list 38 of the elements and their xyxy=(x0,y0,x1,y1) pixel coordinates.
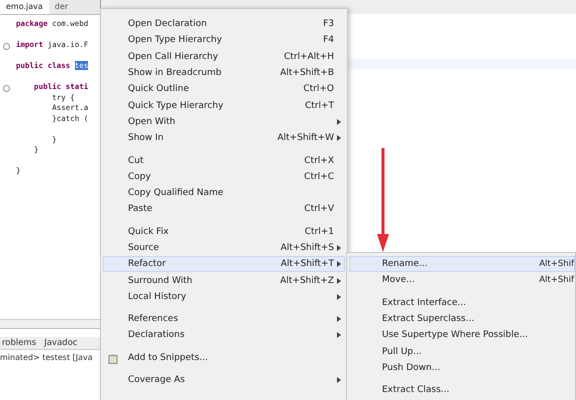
menu-item[interactable]: Extract Superclass... xyxy=(349,310,575,328)
menu-item[interactable]: Open Type Hierarchy F4 xyxy=(103,32,345,49)
menu-item[interactable]: Paste Ctrl+V xyxy=(103,201,345,218)
menu-item[interactable]: Coverage As xyxy=(103,372,345,388)
console-text: minated> testest [Java xyxy=(0,352,94,364)
menu-item[interactable]: References xyxy=(103,311,345,328)
panel-tab[interactable]: Javadoc xyxy=(42,337,80,349)
clipboard-icon xyxy=(108,354,118,364)
menu-item[interactable]: Refactor Alt+Shift+T xyxy=(103,256,345,272)
menu-item[interactable]: Quick Fix Ctrl+1 xyxy=(103,224,345,240)
editor-tab[interactable]: der xyxy=(48,0,74,14)
fold-marker-icon[interactable] xyxy=(3,85,10,92)
menu-item[interactable]: Open Call Hierarchy Ctrl+Alt+H xyxy=(103,48,345,65)
menu-item[interactable]: Surround With Alt+Shift+Z xyxy=(103,272,345,289)
menu-item[interactable]: Push Down... xyxy=(349,360,575,376)
menu-item[interactable]: Quick Outline Ctrl+O xyxy=(103,81,345,98)
menu-item[interactable]: Declarations xyxy=(103,327,345,344)
fold-marker-icon[interactable] xyxy=(3,43,10,50)
menu-item[interactable]: Pull Up... xyxy=(349,343,575,360)
menu-item[interactable]: Extract Interface... xyxy=(349,294,575,311)
panel-tab[interactable]: roblems xyxy=(0,337,38,349)
menu-item[interactable]: Copy Qualified Name xyxy=(103,184,345,202)
menu-item[interactable]: Quick Type Hierarchy Ctrl+T xyxy=(103,97,345,114)
menu-item[interactable]: Cut Ctrl+X xyxy=(103,152,345,169)
menu-item[interactable]: Show in Breadcrumb Alt+Shift+B xyxy=(103,64,345,82)
menu-item[interactable]: Extract Class... xyxy=(349,382,575,398)
menu-item[interactable]: Use Supertype Where Possible... xyxy=(349,327,575,344)
menu-item[interactable]: Source Alt+Shift+S xyxy=(103,240,345,256)
menu-item[interactable]: Open Declaration F3 xyxy=(103,16,345,32)
editor-tab[interactable]: emo.java xyxy=(0,0,49,14)
menu-item[interactable]: Local History xyxy=(103,288,345,306)
menu-item[interactable]: Open With xyxy=(103,114,345,130)
menu-item[interactable]: Copy Ctrl+C xyxy=(103,168,345,185)
menu-item[interactable]: Move... Alt+Shif xyxy=(349,272,575,289)
menu-item[interactable]: Add to Snippets... xyxy=(103,350,345,366)
menu-item[interactable]: Rename... Alt+Shif xyxy=(349,256,575,272)
scrollbar[interactable] xyxy=(0,319,100,329)
menu-item[interactable]: Show In Alt+Shift+W xyxy=(103,130,345,146)
